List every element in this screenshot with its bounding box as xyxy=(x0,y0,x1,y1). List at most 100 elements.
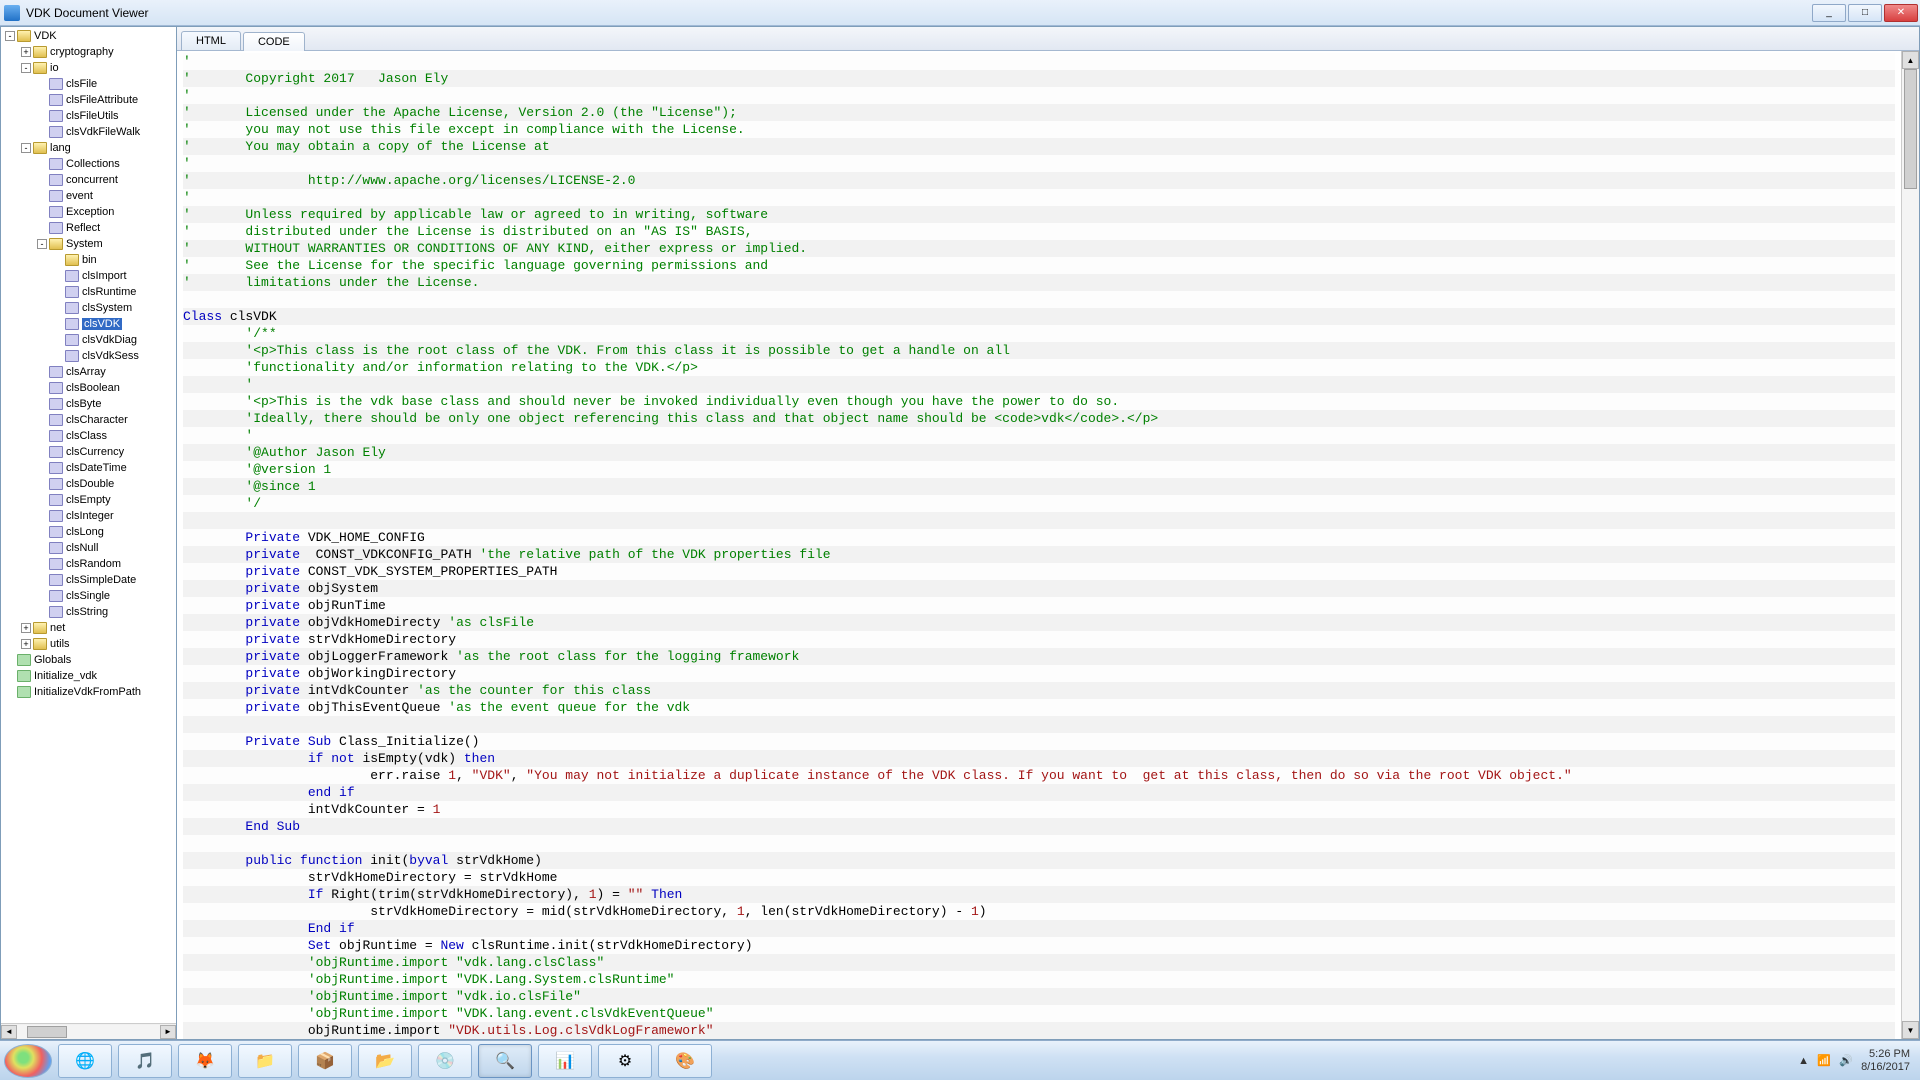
tree-item[interactable]: +utils xyxy=(1,636,176,652)
tree-toggle-icon xyxy=(37,479,47,489)
taskbar-app-button[interactable]: 📦 xyxy=(298,1044,352,1078)
tree-item[interactable]: -io xyxy=(1,60,176,76)
taskbar-app-button[interactable]: 🎨 xyxy=(658,1044,712,1078)
tree-item[interactable]: clsSimpleDate xyxy=(1,572,176,588)
taskbar-app-button[interactable]: 🔍 xyxy=(478,1044,532,1078)
tree-item[interactable]: +net xyxy=(1,620,176,636)
tab-html[interactable]: HTML xyxy=(181,31,241,50)
close-button[interactable]: ✕ xyxy=(1884,4,1918,22)
code-token: '/** xyxy=(245,326,276,341)
tree-item[interactable]: clsArray xyxy=(1,364,176,380)
tree-item[interactable]: event xyxy=(1,188,176,204)
tree-item[interactable]: clsByte xyxy=(1,396,176,412)
tree-toggle-icon[interactable]: - xyxy=(21,143,31,153)
tree-toggle-icon[interactable]: + xyxy=(21,47,31,57)
vertical-scrollbar[interactable]: ▲ ▼ xyxy=(1901,51,1919,1039)
system-tray[interactable]: ▲ 📶 🔊 5:26 PM 8/16/2017 xyxy=(1798,1048,1916,1074)
horizontal-scroll-thumb[interactable] xyxy=(27,1026,67,1038)
tree-item[interactable]: clsInteger xyxy=(1,508,176,524)
tree-item[interactable]: clsLong xyxy=(1,524,176,540)
tree-item[interactable]: InitializeVdkFromPath xyxy=(1,684,176,700)
show-hidden-icons-icon[interactable]: ▲ xyxy=(1798,1055,1809,1067)
tree-horizontal-scrollbar[interactable]: ◄ ► xyxy=(1,1023,176,1039)
tree-item[interactable]: -lang xyxy=(1,140,176,156)
tree-item[interactable]: clsDouble xyxy=(1,476,176,492)
tree-item[interactable]: clsRandom xyxy=(1,556,176,572)
tree-item[interactable]: -VDK xyxy=(1,28,176,44)
tree-item[interactable]: clsEmpty xyxy=(1,492,176,508)
code-line xyxy=(183,512,1895,529)
tree-toggle-icon[interactable]: - xyxy=(5,31,15,41)
taskbar-app-button[interactable]: ⚙ xyxy=(598,1044,652,1078)
tree-item[interactable]: clsCharacter xyxy=(1,412,176,428)
code-token xyxy=(183,394,245,409)
start-button[interactable] xyxy=(4,1044,52,1078)
code-token: ' xyxy=(183,88,191,103)
tree-item[interactable]: clsFileAttribute xyxy=(1,92,176,108)
scroll-left-arrow-icon[interactable]: ◄ xyxy=(1,1025,17,1039)
tree-item[interactable]: clsDateTime xyxy=(1,460,176,476)
code-token: objThisEventQueue xyxy=(300,700,448,715)
tree-item[interactable]: clsVdkDiag xyxy=(1,332,176,348)
tree-toggle-icon xyxy=(53,335,63,345)
tree-toggle-icon xyxy=(37,207,47,217)
tree-toggle-icon[interactable]: + xyxy=(21,623,31,633)
scroll-right-arrow-icon[interactable]: ► xyxy=(160,1025,176,1039)
tree-item[interactable]: clsImport xyxy=(1,268,176,284)
minimize-button[interactable]: _ xyxy=(1812,4,1846,22)
network-icon[interactable]: 📶 xyxy=(1817,1054,1831,1068)
tree-item[interactable]: Exception xyxy=(1,204,176,220)
clock[interactable]: 5:26 PM 8/16/2017 xyxy=(1861,1048,1910,1074)
vertical-scroll-thumb[interactable] xyxy=(1904,69,1917,189)
volume-icon[interactable]: 🔊 xyxy=(1839,1054,1853,1068)
tree-toggle-icon[interactable]: - xyxy=(37,239,47,249)
horizontal-scroll-track[interactable] xyxy=(17,1025,160,1039)
tree-item[interactable]: Globals xyxy=(1,652,176,668)
code-token: Class xyxy=(183,309,222,324)
tree-item[interactable]: clsCurrency xyxy=(1,444,176,460)
main-area: -VDK+cryptography-ioclsFileclsFileAttrib… xyxy=(0,26,1920,1040)
code-line: '/ xyxy=(183,495,1895,512)
scroll-up-arrow-icon[interactable]: ▲ xyxy=(1902,51,1919,69)
cls-icon xyxy=(49,414,63,426)
tree-item[interactable]: clsVDK xyxy=(1,316,176,332)
tree-item[interactable]: +cryptography xyxy=(1,44,176,60)
tree-toggle-icon[interactable]: + xyxy=(21,639,31,649)
code-token: , xyxy=(456,768,472,783)
tree-item[interactable]: Reflect xyxy=(1,220,176,236)
tree-item[interactable]: clsBoolean xyxy=(1,380,176,396)
maximize-button[interactable]: □ xyxy=(1848,4,1882,22)
taskbar-app-button[interactable]: 📁 xyxy=(238,1044,292,1078)
tree-toggle-icon[interactable]: - xyxy=(21,63,31,73)
tree-view[interactable]: -VDK+cryptography-ioclsFileclsFileAttrib… xyxy=(1,27,176,1023)
tree-item[interactable]: Collections xyxy=(1,156,176,172)
tree-item[interactable]: bin xyxy=(1,252,176,268)
tree-item[interactable]: Initialize_vdk xyxy=(1,668,176,684)
tree-item[interactable]: clsSystem xyxy=(1,300,176,316)
tree-item[interactable]: clsFileUtils xyxy=(1,108,176,124)
tree-item[interactable]: clsNull xyxy=(1,540,176,556)
cls-icon xyxy=(65,286,79,298)
tree-item[interactable]: clsClass xyxy=(1,428,176,444)
taskbar-app-button[interactable]: 📊 xyxy=(538,1044,592,1078)
tree-item[interactable]: clsSingle xyxy=(1,588,176,604)
tree-item[interactable]: clsVdkSess xyxy=(1,348,176,364)
tab-code[interactable]: CODE xyxy=(243,32,305,51)
tree-item[interactable]: clsRuntime xyxy=(1,284,176,300)
scroll-down-arrow-icon[interactable]: ▼ xyxy=(1902,1021,1919,1039)
vertical-scroll-track[interactable] xyxy=(1902,69,1919,1021)
taskbar-app-button[interactable]: 🦊 xyxy=(178,1044,232,1078)
code-token: ) xyxy=(979,904,987,919)
taskbar-app-button[interactable]: 🌐 xyxy=(58,1044,112,1078)
taskbar-app-button[interactable]: 📂 xyxy=(358,1044,412,1078)
taskbar-app-button[interactable]: 💿 xyxy=(418,1044,472,1078)
tree-item[interactable]: clsString xyxy=(1,604,176,620)
cls-icon xyxy=(49,366,63,378)
tree-item[interactable]: clsVdkFileWalk xyxy=(1,124,176,140)
cls-icon xyxy=(49,558,63,570)
tree-item[interactable]: clsFile xyxy=(1,76,176,92)
tree-item[interactable]: -System xyxy=(1,236,176,252)
code-area[interactable]: '' Copyright 2017 Jason Ely'' Licensed u… xyxy=(177,51,1901,1039)
tree-item[interactable]: concurrent xyxy=(1,172,176,188)
taskbar-app-button[interactable]: 🎵 xyxy=(118,1044,172,1078)
